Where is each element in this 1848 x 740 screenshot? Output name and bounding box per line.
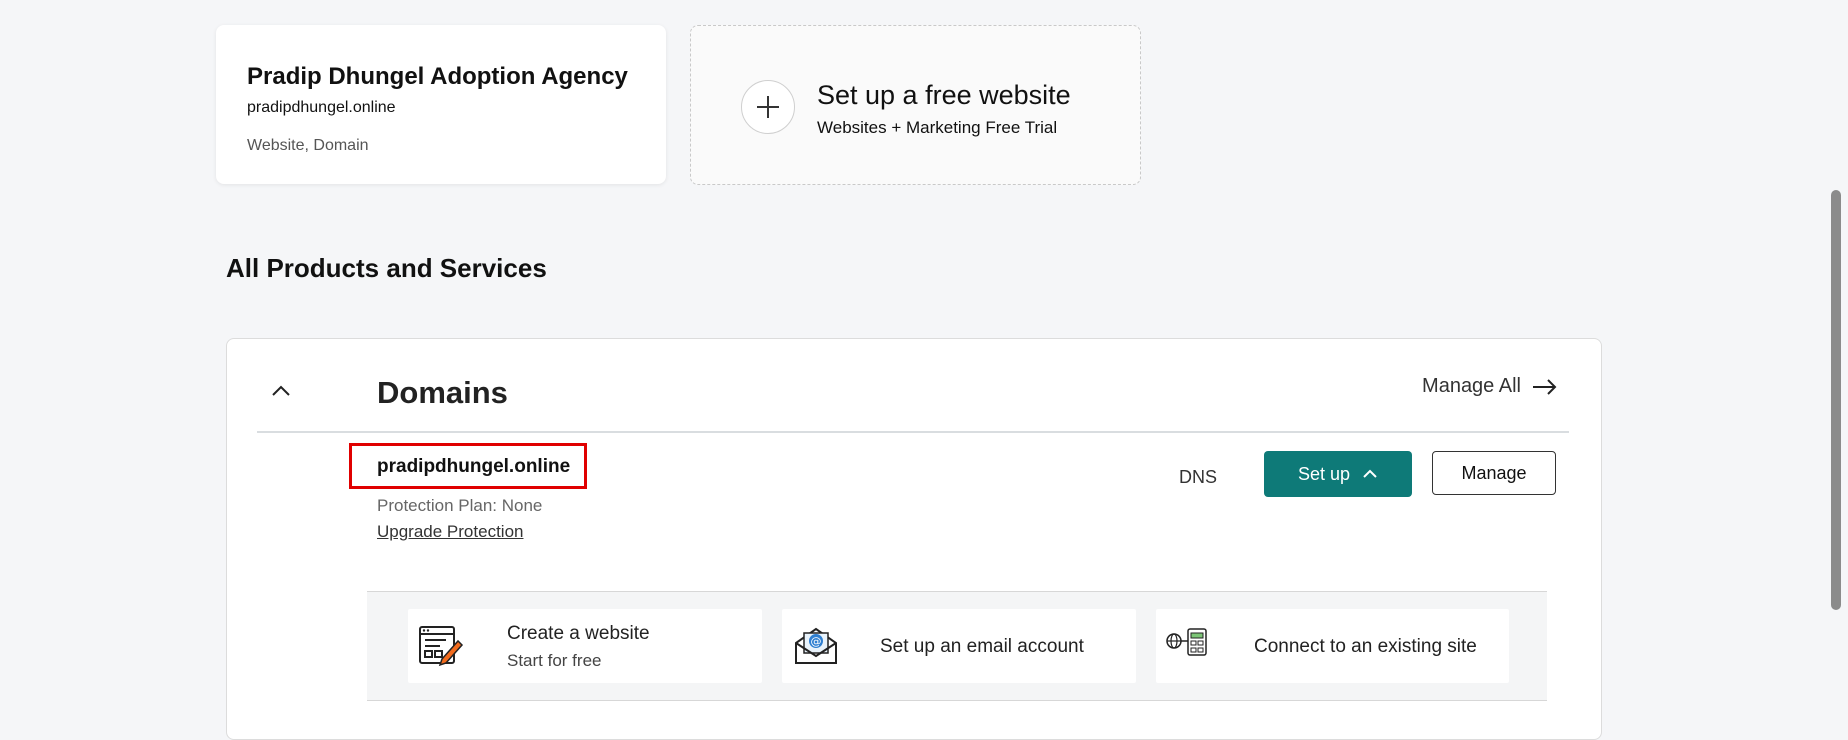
upgrade-protection-link[interactable]: Upgrade Protection bbox=[377, 522, 523, 542]
email-account-title: Set up an email account bbox=[880, 636, 1084, 657]
connect-site-title: Connect to an existing site bbox=[1254, 636, 1477, 657]
connect-site-option[interactable]: Connect to an existing site bbox=[1156, 609, 1509, 683]
setup-options: Create a website Start for free @ Set up… bbox=[367, 591, 1547, 701]
protection-plan-text: Protection Plan: None bbox=[377, 496, 543, 515]
site-name: Pradip Dhungel Adoption Agency bbox=[247, 63, 628, 90]
manage-label: Manage bbox=[1461, 462, 1527, 483]
dns-link[interactable]: DNS bbox=[1179, 467, 1217, 488]
manage-all-label: Manage All bbox=[1422, 375, 1521, 397]
setup-website-subtitle: Websites + Marketing Free Trial bbox=[817, 118, 1058, 137]
email-envelope-icon: @ bbox=[792, 621, 840, 669]
setup-website-title: Set up a free website bbox=[817, 80, 1071, 110]
manage-all-link[interactable]: Manage All bbox=[1422, 375, 1559, 398]
section-title: All Products and Services bbox=[226, 253, 547, 283]
site-card[interactable]: Pradip Dhungel Adoption Agency pradipdhu… bbox=[216, 25, 666, 184]
create-website-option[interactable]: Create a website Start for free bbox=[408, 609, 762, 683]
site-domain: pradipdhungel.online bbox=[247, 99, 396, 116]
domain-name-link[interactable]: pradipdhungel.online bbox=[377, 456, 570, 478]
setup-free-website-card[interactable]: Set up a free website Websites + Marketi… bbox=[690, 25, 1141, 185]
setup-label: Set up bbox=[1297, 463, 1351, 484]
collapse-chevron-up-icon[interactable] bbox=[269, 379, 293, 403]
create-website-subtitle: Start for free bbox=[507, 651, 602, 670]
setup-button[interactable]: Set up bbox=[1264, 451, 1412, 497]
email-account-option[interactable]: @ Set up an email account bbox=[782, 609, 1136, 683]
website-builder-icon bbox=[416, 621, 464, 669]
manage-button[interactable]: Manage bbox=[1432, 451, 1556, 495]
domains-title: Domains bbox=[377, 375, 508, 410]
arrow-right-icon bbox=[1533, 378, 1557, 395]
create-website-title: Create a website bbox=[507, 623, 650, 644]
chevron-up-icon bbox=[1363, 469, 1377, 478]
globe-connect-icon bbox=[1164, 621, 1212, 669]
divider bbox=[257, 431, 1569, 433]
plus-icon bbox=[741, 80, 795, 134]
scrollbar-thumb[interactable] bbox=[1831, 190, 1841, 610]
domains-panel: Domains Manage All pradipdhungel.online … bbox=[226, 338, 1602, 740]
svg-text:@: @ bbox=[811, 635, 822, 648]
site-type: Website, Domain bbox=[247, 137, 369, 154]
